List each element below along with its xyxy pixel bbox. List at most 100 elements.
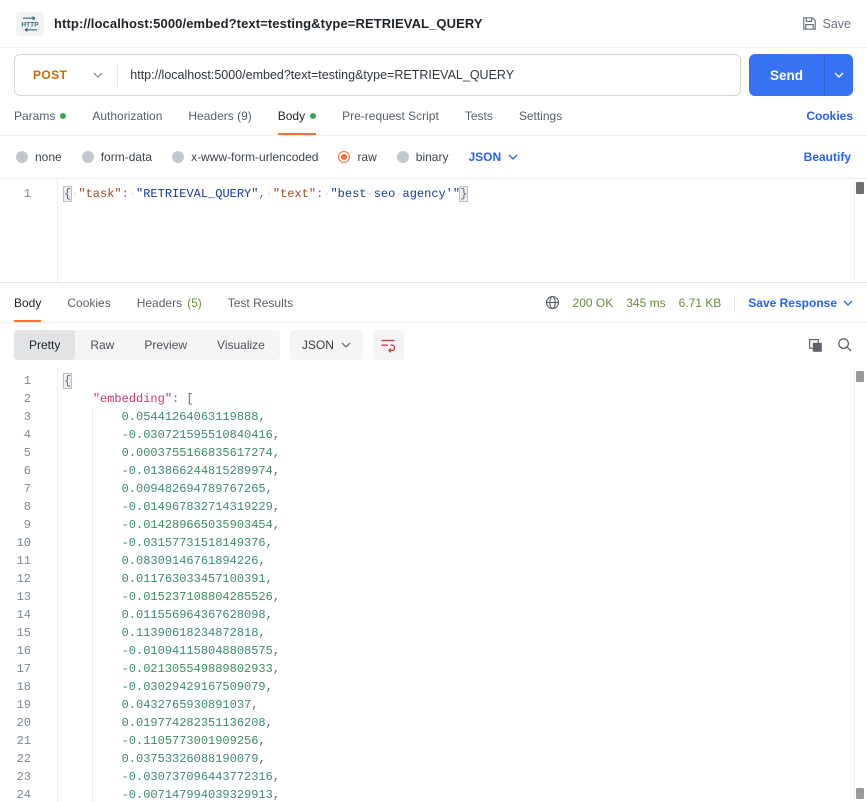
code-line: 19 0.0432765930891037, [0,696,867,714]
code-content: -0.014967832714319229, [44,498,280,516]
response-tabs: Body Cookies Headers (5) Test Results 20… [0,283,867,323]
radio-form-data[interactable]: form-data [82,150,152,164]
status-badge: 200 OK [573,296,614,310]
wrap-text-icon [380,337,396,353]
code-line: 13 -0.015237108804285526, [0,588,867,606]
divider [734,295,735,311]
code-line: 2 "embedding": [ [0,390,867,408]
tab-pre-request-script[interactable]: Pre-request Script [342,96,439,135]
send-button[interactable]: Send [749,54,824,96]
request-code-content: {·"task":·"RETRIEVAL_QUERY",·"text":·"be… [44,185,468,203]
line-number: 1 [0,372,44,390]
code-line: 4 -0.030721595510840416, [0,426,867,444]
radio-raw[interactable]: raw [338,150,376,164]
code-token: "best [330,187,366,201]
response-tab-cookies[interactable]: Cookies [67,283,110,322]
http-method-icon: HTTP [16,12,44,36]
tab-label: Tests [465,109,493,123]
headers-count-badge: (5) [187,296,202,310]
code-line: 21 -0.1105773001909256, [0,732,867,750]
green-dot [60,113,66,119]
code-token: · [395,187,402,201]
code-content: 0.011763033457100391, [44,570,273,588]
search-icon[interactable] [837,337,853,353]
view-tab-pretty[interactable]: Pretty [14,330,75,360]
view-tab-preview[interactable]: Preview [129,330,202,360]
response-time: 345 ms [626,296,665,310]
radio-icon [172,151,184,163]
gutter-separator [57,367,58,802]
code-line: 12 0.011763033457100391, [0,570,867,588]
response-tab-headers[interactable]: Headers (5) [137,283,202,322]
method-selector[interactable]: POST [15,55,117,95]
code-content: 0.011556964367628098, [44,606,273,624]
response-tab-test-results[interactable]: Test Results [228,283,293,322]
code-token: : [122,187,129,201]
code-token: "text" [273,187,316,201]
radio-none[interactable]: none [16,150,62,164]
code-content: 0.009482694789767265, [44,480,273,498]
tab-label: Body [14,296,41,310]
code-content: -0.03029429167509079, [44,678,273,696]
request-body-editor[interactable]: 1 {·"task":·"RETRIEVAL_QUERY",·"text":·"… [0,178,867,283]
scrollbar-bottom-thumb[interactable] [856,788,864,799]
beautify-link[interactable]: Beautify [804,150,851,164]
url-group: POST [14,54,741,96]
send-options-button[interactable] [824,54,853,96]
scrollbar-thumb[interactable] [856,182,864,194]
tab-tests[interactable]: Tests [465,96,493,135]
radio-label: none [35,150,62,164]
radio-binary[interactable]: binary [397,150,449,164]
body-format-select[interactable]: JSON [468,150,518,164]
code-line: 10 -0.03157731518149376, [0,534,867,552]
copy-icon[interactable] [808,338,823,353]
code-content: -0.1105773001909256, [44,732,266,750]
code-token: "RETRIEVAL_QUERY" [136,187,258,201]
response-tab-body[interactable]: Body [14,283,41,322]
code-line: 1 {·"task":·"RETRIEVAL_QUERY",·"text":·"… [0,185,867,203]
line-number: 18 [0,678,44,696]
cookies-link[interactable]: Cookies [806,109,853,123]
url-input[interactable] [118,68,740,82]
method-label: POST [33,68,67,82]
line-number: 4 [0,426,44,444]
response-format-select[interactable]: JSON [290,330,363,360]
tab-headers[interactable]: Headers (9) [188,96,251,135]
globe-icon [545,295,560,310]
radio-icon [397,151,409,163]
tab-params[interactable]: Params [14,96,66,135]
tab-label: Cookies [67,296,110,310]
response-body-viewer[interactable]: 1{2 "embedding": [3 0.05441264063119888,… [0,367,867,802]
tab-authorization[interactable]: Authorization [92,96,162,135]
tab-label: Authorization [92,109,162,123]
gutter-separator [57,179,58,282]
code-line: 18 -0.03029429167509079, [0,678,867,696]
line-number: 2 [0,390,44,408]
code-line: 7 0.009482694789767265, [0,480,867,498]
tab-label: Headers (9) [188,109,251,123]
text-cursor [467,186,468,199]
code-content: -0.010941158048808575, [44,642,280,660]
wrap-text-button[interactable] [373,330,404,360]
code-token: · [367,187,374,201]
code-token: "task" [78,187,121,201]
save-response-button[interactable]: Save Response [748,296,853,310]
tab-label: Params [14,109,55,123]
scrollbar-thumb[interactable] [856,371,864,382]
save-button[interactable]: Save [802,16,852,31]
line-number: 8 [0,498,44,516]
view-tab-visualize[interactable]: Visualize [202,330,280,360]
code-line: 16 -0.010941158048808575, [0,642,867,660]
code-content: -0.03157731518149376, [44,534,273,552]
code-content: -0.013866244815289974, [44,462,280,480]
tab-settings[interactable]: Settings [519,96,562,135]
request-url-row: POST Send [14,54,853,96]
radio-x-www-form-urlencoded[interactable]: x-www-form-urlencoded [172,150,318,164]
tab-body[interactable]: Body [278,96,316,135]
response-size: 6.71 KB [679,296,722,310]
code-line: 23 -0.030737096443772316, [0,768,867,786]
view-tab-raw[interactable]: Raw [75,330,129,360]
line-number: 23 [0,768,44,786]
code-content: -0.007147994039329913, [44,786,280,802]
radio-icon [16,151,28,163]
